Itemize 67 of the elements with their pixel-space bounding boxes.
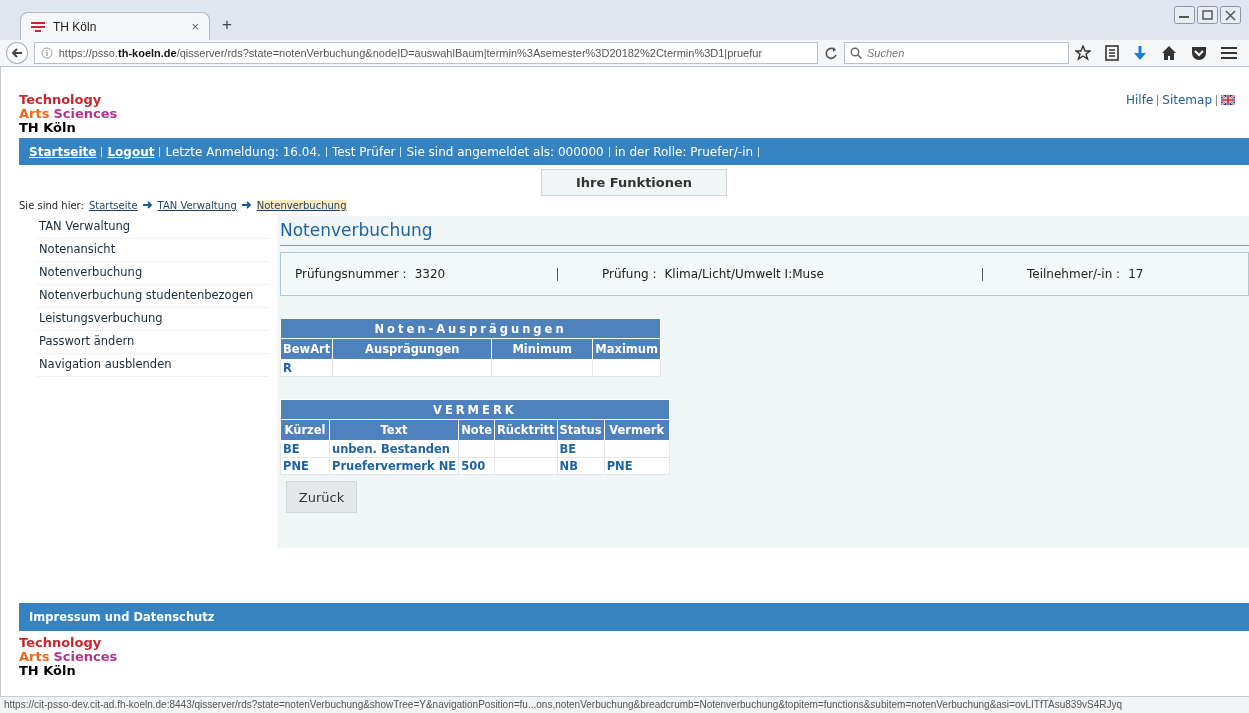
field-value: 17 (1128, 267, 1144, 281)
back-arrow-icon (10, 47, 23, 59)
status-url: https://cit-psso-dev.cit-ad.fh-koeln.de:8443/qisserver/rds?state=notenVerbuchung&showTree=Y&navigationPosition=fu...ons,notenVerbuchung&breadcrumb=Notenverbuchung&topitem=functions&subitem=notenVerbuchung&asi=ovLITfTAsu839vS4RJyq (4, 699, 1122, 710)
sidebar-item[interactable]: Leistungsverbuchung (37, 308, 269, 331)
functions-button[interactable]: Ihre Funktionen (541, 169, 727, 196)
footer-bar: Impressum und Datenschutz (19, 603, 1249, 631)
sidebar-item[interactable]: TAN Verwaltung (37, 216, 269, 239)
table-title: Noten-Ausprägungen (280, 318, 661, 339)
nav-link[interactable]: Logout (102, 144, 160, 159)
close-icon[interactable] (1220, 6, 1241, 24)
nav-info: Test Prüfer (330, 144, 397, 159)
logo-text: TH Köln (19, 664, 77, 678)
url-text: https://psso.th-koeln.de/qisserver/rds?state=notenVerbuchung&nodeID=auswahlBaum|termin%3Asemester%3D20182%2Ctermin%3D1|pruefur (58, 47, 763, 59)
header-link[interactable]: Hilfe (1126, 93, 1154, 107)
field-label: Teilnehmer/-in : (1027, 267, 1121, 281)
field-label: Prüfung : (602, 267, 657, 281)
search-icon (850, 47, 862, 59)
column-header: BewArt (280, 338, 333, 360)
breadcrumb-link[interactable]: TAN Verwaltung (157, 199, 237, 211)
nav-info: Sie sind angemeldet als: 000000 (405, 144, 605, 159)
menu-icon[interactable] (1221, 46, 1237, 60)
logo-text: Sciences (53, 650, 118, 664)
breadcrumb-link[interactable]: Notenverbuchung (256, 199, 347, 211)
pocket-icon[interactable] (1191, 45, 1207, 61)
field-value: 3320 (414, 267, 446, 281)
field-label: Prüfungsnummer : (295, 267, 407, 281)
sidebar-item[interactable]: Navigation ausblenden (37, 354, 269, 377)
header-link[interactable]: Sitemap (1162, 93, 1212, 107)
logo-text: Arts (19, 650, 50, 664)
sidebar-item[interactable]: Passwort ändern (37, 331, 269, 354)
search-field[interactable]: Suchen (844, 42, 1069, 64)
home-icon[interactable] (1161, 45, 1177, 61)
logo-text: Technology (19, 93, 103, 107)
minimize-icon[interactable] (1174, 6, 1195, 24)
flag-icon[interactable] (1221, 95, 1235, 105)
breadcrumb-label: Sie sind hier: (19, 199, 84, 211)
browser-tab[interactable]: TH Köln × (20, 12, 210, 40)
back-button[interactable] (6, 42, 28, 64)
tab-title: TH Köln (53, 19, 98, 34)
sidebar-item[interactable]: Notenverbuchung (37, 262, 269, 285)
address-bar[interactable]: https://psso.th-koeln.de/qisserver/rds?state=notenVerbuchung&nodeID=auswahlBaum|termin%3Asemester%3D20182%2Ctermin%3D1|pruefur (33, 42, 818, 64)
table-title: VERMERK (280, 399, 670, 420)
star-icon[interactable] (1075, 45, 1091, 61)
column-header: Kürzel (280, 419, 330, 441)
nav-info: in der Rolle: Pruefer/-in (613, 144, 755, 159)
favicon-icon (31, 21, 45, 32)
breadcrumb-link[interactable]: Startseite (88, 199, 138, 211)
new-tab-button[interactable]: + (222, 15, 232, 35)
page-title: Notenverbuchung (280, 216, 1249, 246)
nav-link[interactable]: Startseite (29, 144, 102, 159)
reload-icon[interactable] (824, 46, 838, 60)
maximize-icon[interactable] (1197, 6, 1218, 24)
logo-text: Sciences (53, 107, 118, 121)
info-icon (40, 47, 53, 59)
download-icon[interactable] (1133, 45, 1147, 61)
arrow-icon (142, 201, 153, 209)
sidebar-item[interactable]: Notenansicht (37, 239, 269, 262)
logo-text: Arts (19, 107, 50, 121)
logo-text: Technology (19, 636, 103, 650)
field-value: Klima/Licht/Umwelt I:Muse (664, 267, 824, 281)
logo-text: TH Köln (19, 121, 77, 135)
tab-close-button[interactable]: × (191, 19, 199, 34)
arrow-icon (241, 201, 252, 209)
back-button[interactable]: Zurück (286, 481, 357, 513)
reading-list-icon[interactable] (1105, 45, 1119, 61)
nav-info: Letzte Anmeldung: 16.04. (164, 144, 322, 159)
sidebar-item[interactable]: Notenverbuchung studentenbezogen (37, 285, 269, 308)
